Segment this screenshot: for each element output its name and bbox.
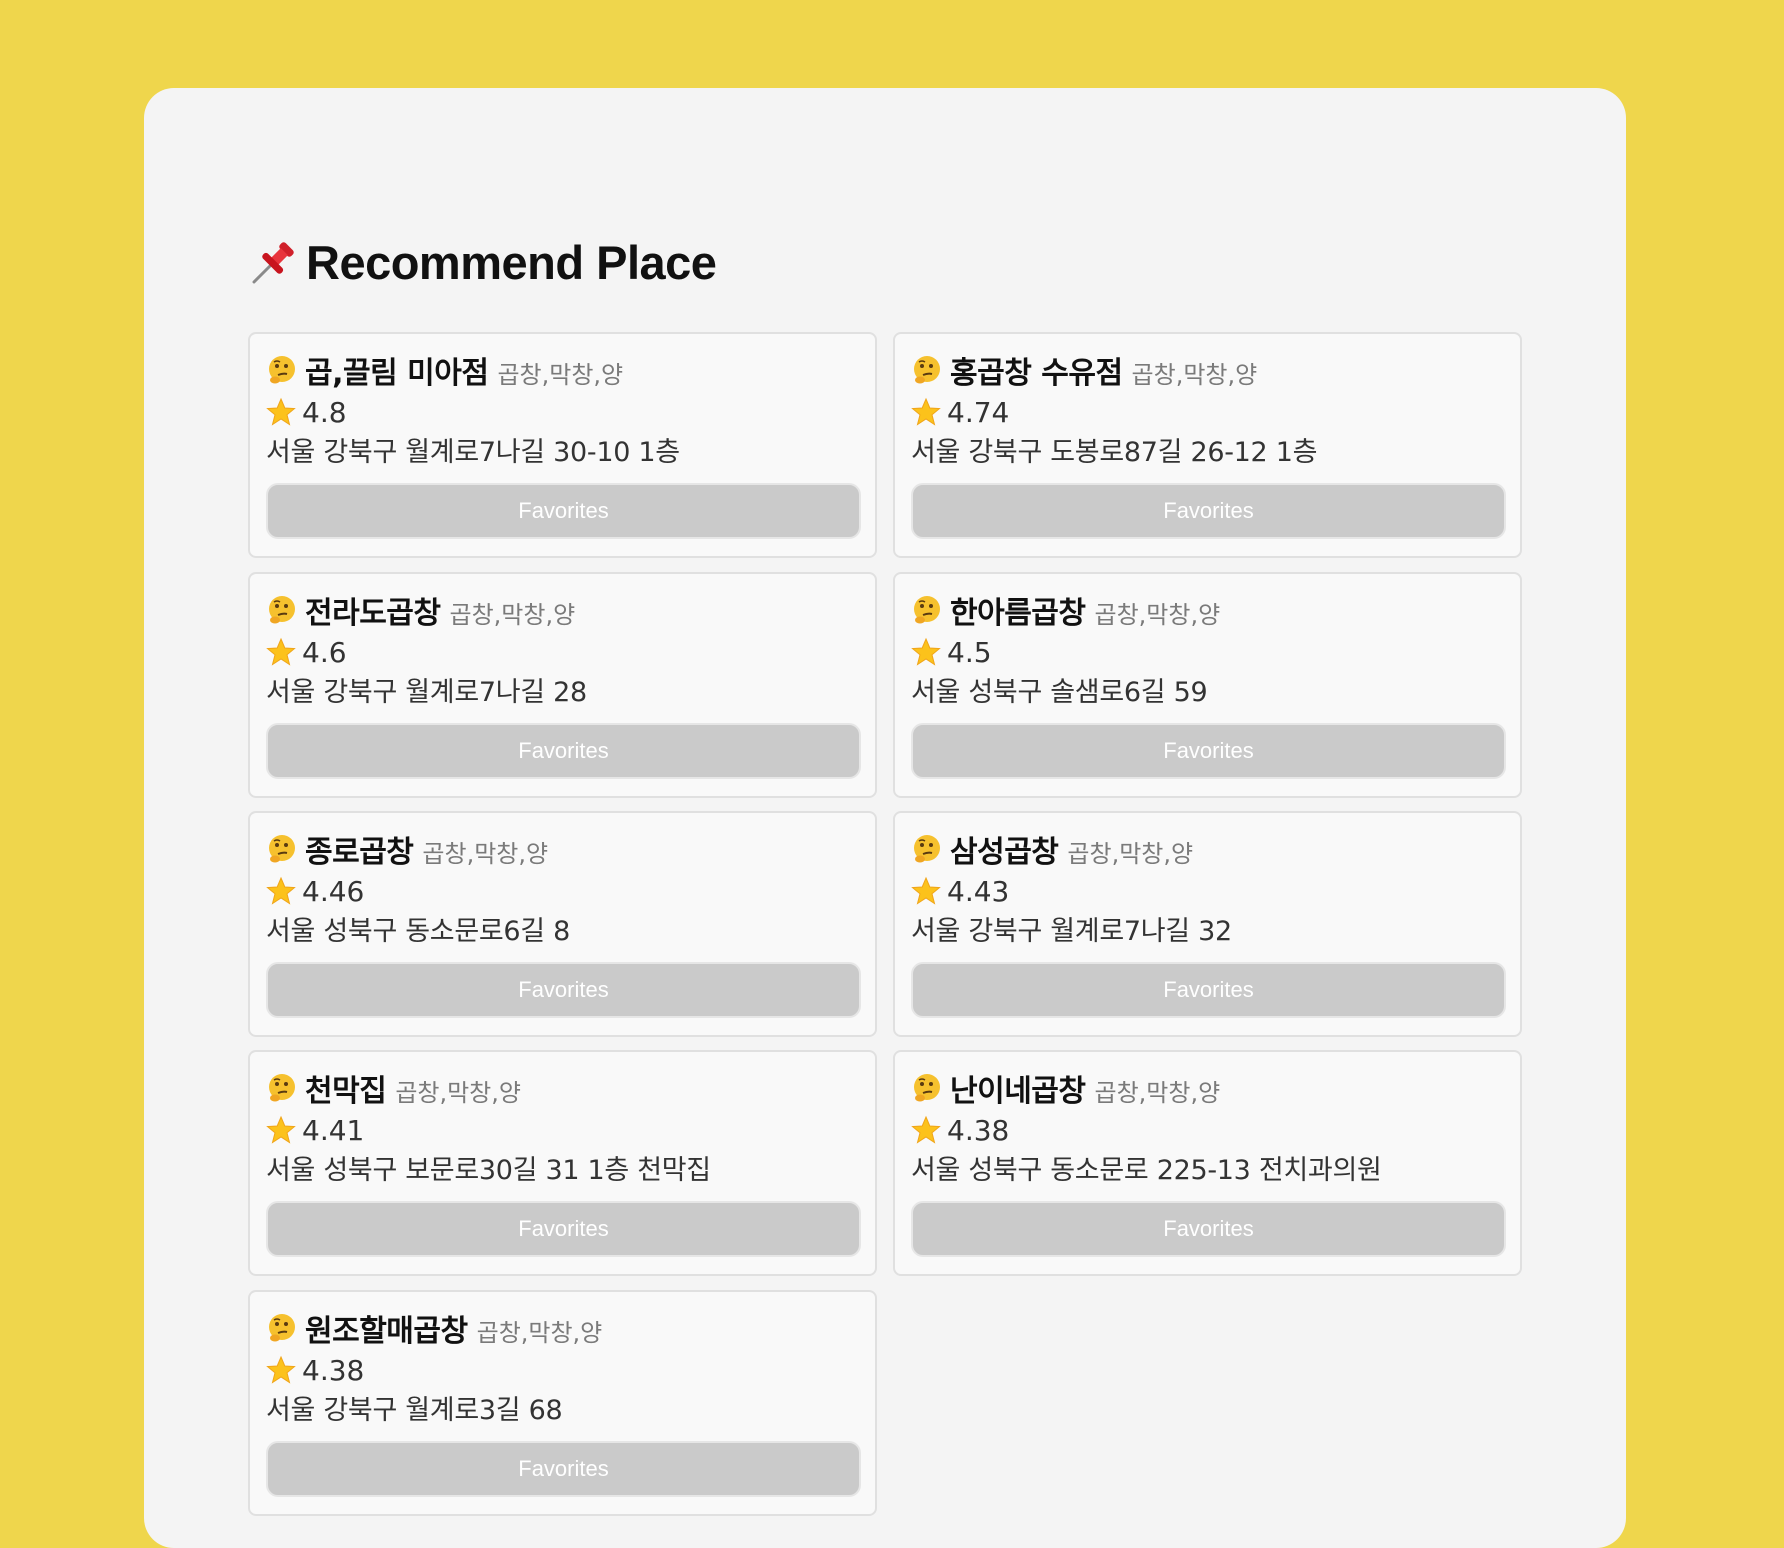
place-category: 곱창,막창,양 [422, 839, 549, 868]
place-category: 곱창,막창,양 [395, 1078, 521, 1107]
rating-row: 4.41 [266, 1112, 364, 1148]
place-address: 서울 강북구 도봉로87길 26-12 1층 [911, 436, 1318, 468]
place-name: 곱,끌림 미아점 [305, 356, 489, 391]
card-header: 한아름곱창 곱창,막창,양 [911, 590, 1221, 631]
favorites-button[interactable]: Favorites [266, 723, 861, 779]
thinking-face-icon [911, 594, 943, 626]
place-name: 원조할매곱창 [305, 1314, 468, 1349]
star-icon [911, 397, 941, 427]
card-header: 곱,끌림 미아점 곱창,막창,양 [266, 350, 624, 391]
star-icon [266, 1355, 296, 1385]
favorites-button[interactable]: Favorites [911, 962, 1506, 1018]
place-category: 곱창,막창,양 [449, 600, 576, 629]
star-icon [911, 637, 941, 667]
place-name: 종로곱창 [305, 835, 414, 870]
rating-row: 4.38 [911, 1112, 1009, 1148]
card-header: 삼성곱창 곱창,막창,양 [911, 829, 1194, 870]
card-header: 전라도곱창 곱창,막창,양 [266, 590, 576, 631]
place-category: 곱창,막창,양 [1094, 600, 1221, 629]
place-category: 곱창,막창,양 [476, 1318, 603, 1347]
rating-value: 4.8 [302, 395, 347, 429]
star-icon [266, 397, 296, 427]
favorites-button[interactable]: Favorites [911, 483, 1506, 539]
place-address: 서울 성북구 동소문로 225-13 전치과의원 [911, 1154, 1382, 1186]
pushpin-icon [248, 236, 300, 288]
place-name: 한아름곱창 [950, 596, 1086, 631]
rating-value: 4.41 [302, 1113, 365, 1147]
rating-value: 4.74 [947, 395, 1010, 429]
rating-row: 4.38 [266, 1352, 364, 1388]
thinking-face-icon [266, 354, 298, 386]
thinking-face-icon [266, 1072, 298, 1104]
thinking-face-icon [911, 1072, 943, 1104]
place-card: 천막집 곱창,막창,양 4.41 서울 성북구 보문로30길 31 1층 천막집… [248, 1050, 877, 1276]
card-header: 천막집 곱창,막창,양 [266, 1068, 521, 1109]
place-card: 한아름곱창 곱창,막창,양 4.5 서울 성북구 솔샘로6길 59 Favori… [893, 572, 1522, 798]
star-icon [911, 1115, 941, 1145]
place-category: 곱창,막창,양 [497, 360, 624, 389]
place-address: 서울 성북구 동소문로6길 8 [266, 915, 571, 947]
place-address: 서울 강북구 월계로7나길 28 [266, 676, 587, 708]
place-address: 서울 강북구 월계로7나길 32 [911, 915, 1232, 947]
thinking-face-icon [266, 594, 298, 626]
thinking-face-icon [911, 833, 943, 865]
rating-value: 4.46 [302, 874, 365, 908]
place-name: 천막집 [305, 1074, 387, 1109]
star-icon [266, 637, 296, 667]
favorites-button[interactable]: Favorites [266, 962, 861, 1018]
place-name: 난이네곱창 [950, 1074, 1086, 1109]
rating-value: 4.43 [947, 874, 1010, 908]
favorites-button[interactable]: Favorites [911, 723, 1506, 779]
rating-value: 4.38 [947, 1113, 1010, 1147]
place-card: 전라도곱창 곱창,막창,양 4.6 서울 강북구 월계로7나길 28 Favor… [248, 572, 877, 798]
favorites-button[interactable]: Favorites [911, 1201, 1506, 1257]
star-icon [911, 876, 941, 906]
thinking-face-icon [266, 833, 298, 865]
rating-row: 4.74 [911, 394, 1009, 430]
card-header: 홍곱창 수유점 곱창,막창,양 [911, 350, 1258, 391]
favorites-button[interactable]: Favorites [266, 483, 861, 539]
star-icon [266, 876, 296, 906]
rating-value: 4.38 [302, 1353, 365, 1387]
place-name: 홍곱창 수유점 [950, 356, 1123, 391]
place-card: 홍곱창 수유점 곱창,막창,양 4.74 서울 강북구 도봉로87길 26-12… [893, 332, 1522, 558]
rating-row: 4.6 [266, 634, 347, 670]
favorites-button[interactable]: Favorites [266, 1441, 861, 1497]
thinking-face-icon [266, 1312, 298, 1344]
place-address: 서울 성북구 보문로30길 31 1층 천막집 [266, 1154, 711, 1186]
place-card: 곱,끌림 미아점 곱창,막창,양 4.8 서울 강북구 월계로7나길 30-10… [248, 332, 877, 558]
place-card: 종로곱창 곱창,막창,양 4.46 서울 성북구 동소문로6길 8 Favori… [248, 811, 877, 1037]
place-category: 곱창,막창,양 [1131, 360, 1258, 389]
rating-value: 4.5 [947, 635, 992, 669]
card-header: 난이네곱창 곱창,막창,양 [911, 1068, 1221, 1109]
place-name: 전라도곱창 [305, 596, 441, 631]
main-panel: Recommend Place 곱,끌림 미아점 곱창,막창,양 4.8 서울 … [144, 88, 1626, 1548]
place-name: 삼성곱창 [950, 835, 1059, 870]
rating-value: 4.6 [302, 635, 347, 669]
place-card: 원조할매곱창 곱창,막창,양 4.38 서울 강북구 월계로3길 68 Favo… [248, 1290, 877, 1516]
place-card: 삼성곱창 곱창,막창,양 4.43 서울 강북구 월계로7나길 32 Favor… [893, 811, 1522, 1037]
section-title-text: Recommend Place [306, 235, 717, 289]
rating-row: 4.5 [911, 634, 992, 670]
favorites-button[interactable]: Favorites [266, 1201, 861, 1257]
card-header: 원조할매곱창 곱창,막창,양 [266, 1308, 603, 1349]
rating-row: 4.46 [266, 873, 364, 909]
place-address: 서울 강북구 월계로7나길 30-10 1층 [266, 436, 680, 468]
place-category: 곱창,막창,양 [1067, 839, 1194, 868]
place-address: 서울 성북구 솔샘로6길 59 [911, 676, 1208, 708]
place-address: 서울 강북구 월계로3길 68 [266, 1394, 563, 1426]
card-header: 종로곱창 곱창,막창,양 [266, 829, 549, 870]
section-title: Recommend Place [248, 232, 717, 292]
place-category: 곱창,막창,양 [1094, 1078, 1221, 1107]
star-icon [266, 1115, 296, 1145]
rating-row: 4.8 [266, 394, 347, 430]
thinking-face-icon [911, 354, 943, 386]
place-card: 난이네곱창 곱창,막창,양 4.38 서울 성북구 동소문로 225-13 전치… [893, 1050, 1522, 1276]
rating-row: 4.43 [911, 873, 1009, 909]
